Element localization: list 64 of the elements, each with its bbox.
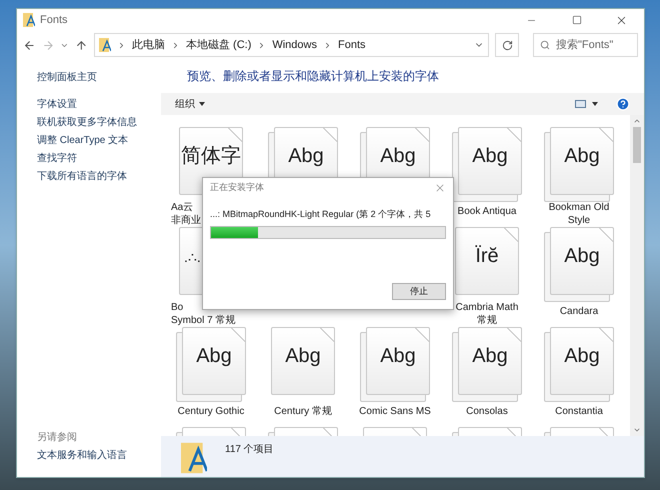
chevron-down-icon[interactable] xyxy=(633,426,641,434)
font-sample-text: Abg xyxy=(564,346,600,366)
font-folder-icon xyxy=(98,38,111,52)
address-bar[interactable]: 此电脑 本地磁盘 (C:) Windows Fonts xyxy=(94,33,490,57)
font-sample-text: Abg xyxy=(472,146,508,166)
font-sample-text: 简体字 xyxy=(181,146,241,166)
font-sample-text: .∴. xyxy=(184,250,201,264)
sidebar-link[interactable]: 联机获取更多字体信息 xyxy=(37,114,161,132)
font-name-label: Century Gothic xyxy=(176,405,246,418)
chevron-up-icon[interactable] xyxy=(633,117,641,125)
caret-icon xyxy=(199,102,205,106)
search-field[interactable]: 搜索"Fonts" xyxy=(533,33,638,57)
font-name-label: Bookman Old Style xyxy=(548,201,610,227)
sidebar-link[interactable]: 下载所有语言的字体 xyxy=(37,168,161,186)
install-message: ...: MBitmapRoundHK-Light Regular (第 2 个字体，共 5 xyxy=(210,208,431,220)
sidebar-link[interactable]: 控制面板主页 xyxy=(37,69,161,87)
font-name-label: Candara xyxy=(558,305,600,318)
refresh-button[interactable] xyxy=(495,33,520,57)
font-folder-icon xyxy=(181,442,207,474)
sidebar-link[interactable]: 调整 ClearType 文本 xyxy=(37,132,161,150)
stop-button[interactable]: 停止 xyxy=(392,283,446,300)
font-name-label: Century 常规 xyxy=(273,405,333,418)
help-icon[interactable] xyxy=(616,97,630,111)
font-name-label: Constantia xyxy=(554,405,604,418)
font-name-label: Cambria Math 常规 xyxy=(454,301,520,327)
caret-icon xyxy=(592,102,598,106)
item-count: 117 个项目 xyxy=(225,443,274,457)
font-sample-text: Abg xyxy=(380,146,416,166)
breadcrumb[interactable]: Fonts xyxy=(338,36,366,54)
font-name-label: Bo Symbol 7 常规 xyxy=(171,301,236,327)
refresh-icon xyxy=(502,40,513,50)
sidebar-link[interactable]: 文本服务和输入语言 xyxy=(37,447,161,465)
view-options-button[interactable] xyxy=(575,100,598,108)
sidebar-link[interactable]: 查找字符 xyxy=(37,150,161,168)
dialog-title: 正在安装字体 xyxy=(210,181,264,194)
font-name-label: Comic Sans MS xyxy=(358,405,432,418)
search-placeholder: 搜索"Fonts" xyxy=(556,38,614,53)
font-sample-text: Ïrĕ xyxy=(475,246,499,266)
font-sample-text: Abg xyxy=(564,146,600,166)
scrollbar[interactable] xyxy=(630,115,644,436)
font-sample-text: Abg xyxy=(380,346,416,366)
font-name-label: Aa云 非商业 xyxy=(171,201,201,227)
font-sample-text: Abg xyxy=(472,346,508,366)
back-arrow-icon[interactable] xyxy=(23,38,36,52)
font-sample-text: Abg xyxy=(285,346,321,366)
breadcrumb[interactable]: 本地磁盘 (C:) xyxy=(186,36,252,54)
search-icon xyxy=(540,40,550,50)
sidebar-link[interactable]: 字体设置 xyxy=(37,96,161,114)
organize-menu-button[interactable]: 组织 xyxy=(175,96,205,112)
font-folder-icon xyxy=(23,13,35,27)
view-icon xyxy=(575,100,586,108)
font-sample-text: Abg xyxy=(564,246,600,266)
window-title: Fonts xyxy=(40,12,68,28)
page-heading: 预览、删除或者显示和隐藏计算机上安装的字体 xyxy=(187,68,439,85)
font-name-label: Book Antiqua xyxy=(456,205,518,218)
see-also-heading: 另请参阅 xyxy=(37,430,78,445)
up-arrow-icon[interactable] xyxy=(75,38,88,52)
font-sample-text: Abg xyxy=(196,346,232,366)
maximize-icon[interactable] xyxy=(572,15,582,25)
breadcrumb[interactable]: 此电脑 xyxy=(132,36,165,54)
font-sample-text: Abg xyxy=(288,146,324,166)
breadcrumb[interactable]: Windows xyxy=(272,36,317,54)
scrollbar-thumb[interactable] xyxy=(633,127,641,163)
font-name-label: Consolas xyxy=(465,405,509,418)
